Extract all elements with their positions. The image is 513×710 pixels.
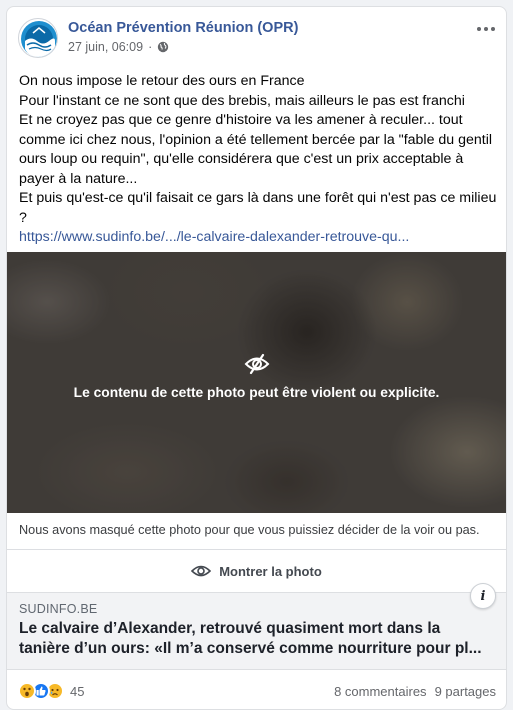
post-text-line: Pour l'instant ce ne sont que des brebis… — [19, 92, 465, 109]
post-text-line: Et ne croyez pas que ce genre d'histoire… — [19, 112, 493, 187]
link-domain: SUDINFO.BE — [19, 602, 98, 616]
page-avatar[interactable] — [18, 18, 58, 58]
post-header: Océan Prévention Réunion (OPR) 27 juin, … — [7, 7, 506, 69]
more-dot-icon — [484, 27, 488, 31]
link-title[interactable]: Le calvaire d’Alexander, retrouvé quasim… — [19, 619, 497, 659]
post-text-line: On nous impose le retour des ours en Fra… — [19, 73, 305, 89]
more-options-button[interactable] — [472, 19, 500, 39]
reaction-count: 45 — [70, 683, 85, 699]
more-dot-icon — [477, 27, 481, 31]
eye-slash-icon — [244, 353, 269, 375]
wow-icon — [18, 682, 36, 700]
post-footer: 45 8 commentaires 9 partages — [7, 671, 506, 709]
post-text-line: Et puis qu'est-ce qu'il faisait ce gars … — [19, 190, 497, 226]
post-text: On nous impose le retour des ours en Fra… — [19, 72, 499, 248]
hidden-photo-note: Nous avons masqué cette photo pour que v… — [19, 523, 480, 537]
link-title-line: tanière d’un ours: «Il m’a conservé comm… — [19, 640, 482, 657]
globe-icon[interactable] — [157, 41, 169, 53]
engagement-stats: 8 commentaires 9 partages — [334, 684, 496, 699]
shares-count[interactable]: 9 partages — [435, 684, 496, 699]
link-preview-card[interactable]: SUDINFO.BE i Le calvaire d’Alexander, re… — [7, 583, 506, 670]
sensitive-content-overlay: Le contenu de cette photo peut être viol… — [7, 252, 506, 513]
comments-count[interactable]: 8 commentaires — [334, 684, 426, 699]
eye-icon — [191, 565, 212, 577]
post-date[interactable]: 27 juin, 06:09 — [68, 40, 143, 54]
more-dot-icon — [491, 27, 495, 31]
post-link[interactable]: https://www.sudinfo.be/.../le-calvaire-d… — [19, 228, 499, 248]
blurred-photo[interactable]: Le contenu de cette photo peut être viol… — [7, 252, 506, 513]
link-title-line: Le calvaire d’Alexander, retrouvé quasim… — [19, 620, 441, 637]
opr-logo — [21, 21, 57, 57]
reactions-summary[interactable]: 45 — [18, 682, 84, 700]
post-meta: 27 juin, 06:09 · — [68, 40, 169, 54]
post-card: Océan Prévention Réunion (OPR) 27 juin, … — [6, 6, 507, 710]
info-icon[interactable]: i — [470, 583, 496, 609]
page-name[interactable]: Océan Prévention Réunion (OPR) — [68, 20, 298, 36]
show-photo-label: Montrer la photo — [219, 563, 322, 579]
meta-separator: · — [148, 40, 153, 54]
show-photo-button[interactable]: Montrer la photo — [7, 550, 506, 592]
sensitive-warning-text: Le contenu de cette photo peut être viol… — [73, 385, 440, 400]
